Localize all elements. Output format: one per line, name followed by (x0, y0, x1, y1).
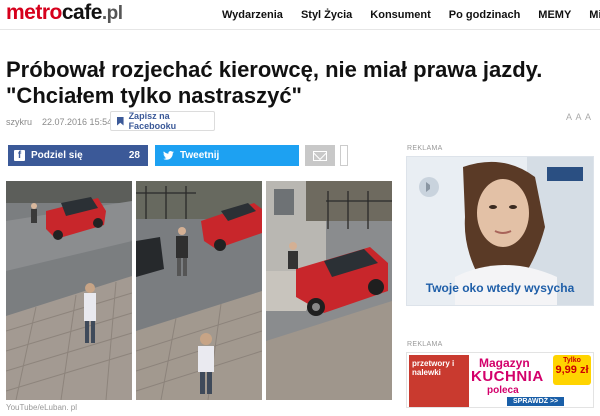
ad1-caption: Twoje oko wtedy wysycha (425, 281, 575, 295)
site-logo[interactable]: metrocafe.pl (6, 1, 123, 26)
font-size-controls[interactable]: A A A (566, 112, 592, 122)
nav-po-godzinach[interactable]: Po godzinach (449, 9, 521, 21)
article-date: 22.07.2016 15:54 (42, 117, 113, 127)
photo-frame-3 (266, 181, 392, 400)
street-scene-image-3 (266, 181, 392, 400)
site-header: metrocafe.pl Wydarzenia Styl Życia Konsu… (0, 0, 600, 30)
magazine-cover: przetwory i nalewki (409, 355, 469, 407)
article-meta: szykru 22.07.2016 15:54 (6, 113, 112, 131)
photo-frame-2 (136, 181, 262, 400)
nav-styl-zycia[interactable]: Styl Życia (301, 9, 352, 21)
main-nav: Wydarzenia Styl Życia Konsument Po godzi… (222, 9, 600, 21)
more-share-button[interactable] (340, 145, 348, 166)
magazine-cover-text: przetwory i nalewki (412, 359, 455, 377)
nav-miasta[interactable]: Miasta (589, 9, 600, 21)
logo-metro: metro (6, 1, 62, 24)
street-scene-image-2 (136, 181, 262, 400)
price-badge-top: Tylko (563, 357, 581, 364)
nav-wydarzenia[interactable]: Wydarzenia (222, 9, 283, 21)
advertisement-kuchnia-magazine[interactable]: przetwory i nalewki Magazyn KUCHNIA pole… (406, 352, 594, 408)
ad-label-2: REKLAMA (407, 341, 443, 348)
twitter-bird-icon (163, 151, 174, 160)
ad2-line3: poleca (487, 385, 519, 396)
article-author[interactable]: szykru (6, 117, 32, 127)
save-to-facebook-button[interactable]: Zapisz na Facebooku (110, 111, 215, 131)
price-badge-value: 9,99 zł (555, 364, 589, 376)
facebook-icon: f (14, 150, 25, 161)
street-scene-image-1 (6, 181, 132, 400)
bookmark-icon (117, 116, 124, 126)
logo-pl: .pl (101, 3, 123, 24)
email-share-button[interactable] (305, 145, 335, 166)
article-title-line1: Próbował rozjechać kierowcę, nie miał pr… (6, 57, 543, 82)
facebook-share-label: Podziel się (31, 150, 83, 161)
twitter-share-label: Tweetnij (180, 150, 220, 161)
save-to-facebook-label: Zapisz na Facebooku (128, 111, 177, 131)
photo-credit: YouTube/eLuban. pl (6, 403, 78, 412)
logo-cafe: cafe (61, 1, 103, 24)
facebook-share-button[interactable]: f Podziel się 28 (8, 145, 148, 166)
ad2-check-button[interactable]: SPRAWDŹ >> (507, 397, 565, 406)
ad2-line2: KUCHNIA (471, 368, 544, 385)
price-badge: Tylko 9,99 zł (553, 355, 591, 385)
article-photo-collage[interactable] (6, 181, 392, 400)
advertisement-eye-drops[interactable]: Twoje oko wtedy wysycha (406, 156, 594, 306)
facebook-share-count: 28 (128, 150, 140, 161)
nav-memy[interactable]: MEMY (538, 9, 571, 21)
photo-frame-1 (6, 181, 132, 400)
article-title: Próbował rozjechać kierowcę, nie miał pr… (6, 57, 586, 109)
ad-label-1: REKLAMA (407, 145, 443, 152)
article-title-line2: "Chciałem tylko nastraszyć" (6, 83, 302, 108)
twitter-share-button[interactable]: Tweetnij (155, 145, 299, 166)
nav-konsument[interactable]: Konsument (370, 9, 431, 21)
envelope-icon (313, 150, 327, 161)
